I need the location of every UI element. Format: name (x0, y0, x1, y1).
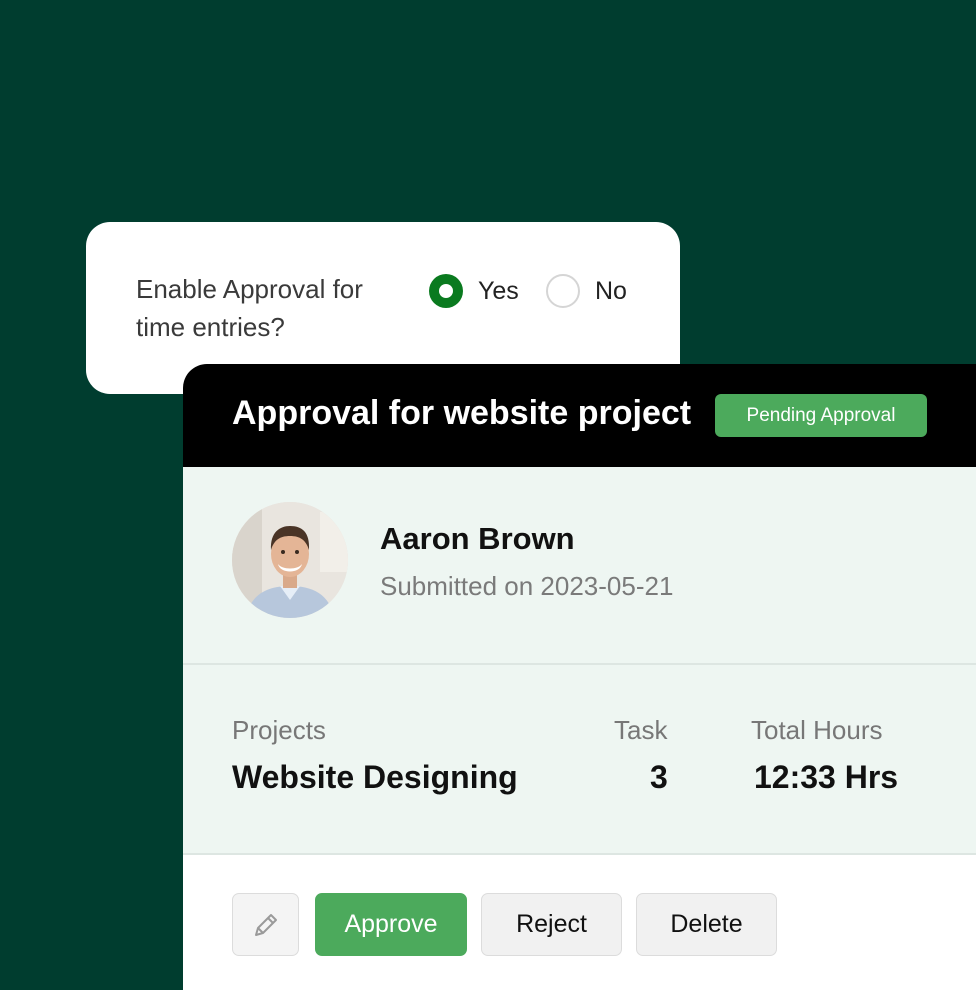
approval-header: Approval for website project Pending App… (183, 364, 976, 467)
pencil-icon (255, 914, 277, 936)
submitter-section: Aaron Brown Submitted on 2023-05-21 (183, 467, 976, 665)
actions-bar: Approve Reject Delete (183, 855, 976, 990)
approval-panel: Approval for website project Pending App… (183, 364, 976, 990)
total-hours-label: Total Hours (751, 715, 883, 745)
user-photo (232, 502, 348, 618)
approval-question: Enable Approval for time entries? (136, 274, 363, 342)
total-hours-value: 12:33 Hrs (754, 759, 899, 795)
reject-button[interactable]: Reject (481, 893, 622, 956)
approval-title: Approval for website project (232, 394, 692, 432)
radio-label-no: No (595, 276, 627, 305)
avatar (232, 502, 348, 618)
radio-button-no[interactable] (546, 274, 580, 308)
projects-label: Projects (232, 715, 326, 745)
task-value: 3 (650, 759, 668, 795)
radio-option-no[interactable]: No (546, 274, 627, 308)
approve-button[interactable]: Approve (315, 893, 467, 956)
delete-button[interactable]: Delete (636, 893, 777, 956)
submitted-date: Submitted on 2023-05-21 (380, 571, 674, 601)
task-label: Task (614, 715, 668, 745)
user-name: Aaron Brown (380, 521, 575, 556)
details-section: Projects Website Designing Task 3 Total … (183, 665, 976, 855)
radio-label-yes: Yes (478, 276, 519, 305)
projects-value: Website Designing (232, 759, 518, 795)
status-badge: Pending Approval (715, 394, 927, 437)
radio-button-yes[interactable] (429, 274, 463, 308)
edit-button[interactable] (232, 893, 299, 956)
radio-option-yes[interactable]: Yes (429, 274, 519, 308)
